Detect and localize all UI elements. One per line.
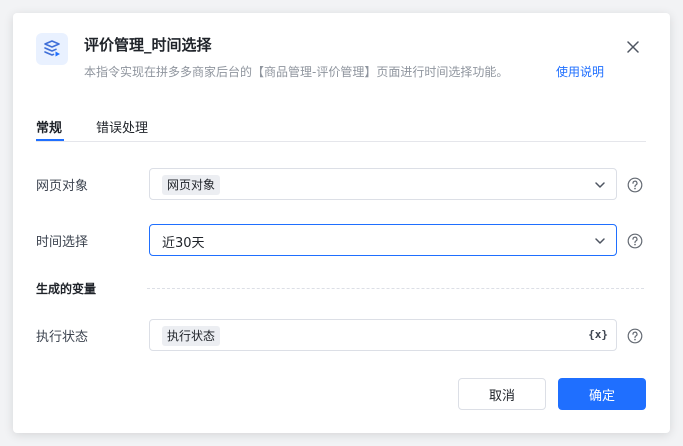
time-select-value: 近30天: [162, 236, 205, 251]
plugin-icon: [36, 33, 68, 65]
exec-status-tag: 执行状态: [162, 326, 221, 346]
dialog: 评价管理_时间选择 本指令实现在拼多多商家后台的【商品管理-评价管理】页面进行时…: [13, 13, 670, 433]
cancel-button[interactable]: 取消: [458, 378, 546, 410]
output-section-title: 生成的变量: [36, 282, 97, 296]
close-icon: [627, 41, 639, 53]
confirm-button[interactable]: 确定: [558, 378, 646, 410]
exec-status-input[interactable]: 执行状态 {x}: [149, 319, 617, 351]
help-link[interactable]: 使用说明: [556, 63, 604, 80]
chevron-down-icon: [595, 182, 605, 188]
page-object-select[interactable]: 网页对象: [149, 168, 617, 200]
dialog-title: 评价管理_时间选择: [84, 36, 212, 54]
time-select-dropdown[interactable]: 近30天: [149, 224, 617, 256]
time-select-label: 时间选择: [36, 235, 89, 250]
tab-general[interactable]: 常规: [36, 117, 62, 136]
question-icon[interactable]: [627, 233, 643, 249]
exec-status-label: 执行状态: [36, 330, 89, 345]
page-object-tag: 网页对象: [162, 175, 221, 195]
dialog-description: 本指令实现在拼多多商家后台的【商品管理-评价管理】页面进行时间选择功能。: [84, 65, 509, 79]
chevron-down-icon: [595, 238, 605, 244]
section-divider: [147, 288, 644, 289]
variable-icon[interactable]: {x}: [588, 328, 608, 341]
page-object-label: 网页对象: [36, 179, 89, 194]
question-icon[interactable]: [627, 328, 643, 344]
close-button[interactable]: [621, 35, 645, 59]
question-icon[interactable]: [627, 177, 643, 193]
tab-error-handling[interactable]: 错误处理: [96, 117, 148, 136]
tab-divider: [36, 141, 646, 142]
